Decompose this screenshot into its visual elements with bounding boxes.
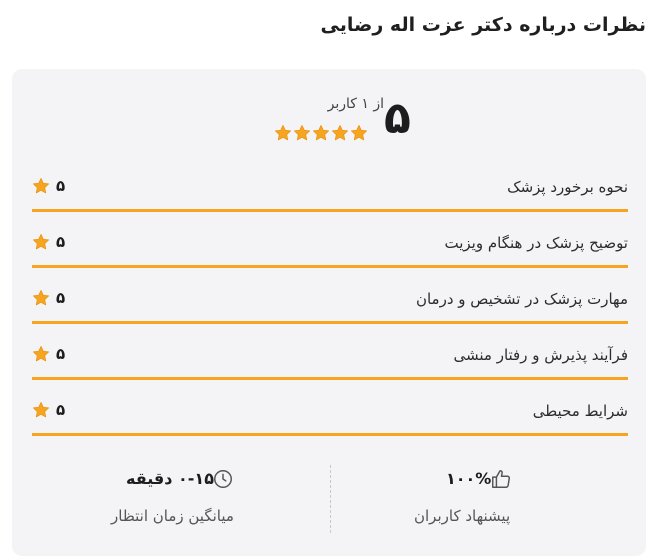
- rating-row-score: ۵: [56, 345, 66, 363]
- star-icon: [32, 289, 50, 307]
- rating-row: فرآیند پذیرش و رفتار منشی ۵: [32, 336, 628, 380]
- wait-time-label: میانگین زمان انتظار: [111, 507, 234, 525]
- rating-row-label: توضیح پزشک در هنگام ویزیت: [444, 234, 629, 252]
- rating-row-score: ۵: [56, 233, 66, 251]
- star-icon: [331, 124, 349, 142]
- recommend-value: ۱۰۰%: [446, 469, 492, 488]
- recommend-label: پیشنهاد کاربران: [414, 507, 511, 525]
- rating-summary: ۵ از ۱ کاربر: [12, 95, 646, 155]
- star-icon: [32, 177, 50, 195]
- rating-row-score: ۵: [56, 401, 66, 419]
- rating-row-label: فرآیند پذیرش و رفتار منشی: [453, 346, 628, 364]
- star-icon: [274, 124, 292, 142]
- rating-row-score: ۵: [56, 289, 66, 307]
- wait-time-value: ۰-۱۵ دقیقه: [126, 469, 214, 488]
- rating-count: از ۱ کاربر: [327, 96, 384, 112]
- thumbs-up-icon: [490, 468, 512, 490]
- rating-row-label: نحوه برخورد پزشک: [507, 178, 628, 196]
- rating-row-score: ۵: [56, 177, 66, 195]
- overall-score: ۵: [384, 93, 411, 144]
- page-title: نظرات درباره دکتر عزت اله رضایی: [320, 14, 646, 36]
- star-icon: [312, 124, 330, 142]
- stats-divider: [330, 465, 331, 533]
- rating-row: شرایط محیطی ۵: [32, 392, 628, 436]
- rating-row: توضیح پزشک در هنگام ویزیت ۵: [32, 224, 628, 268]
- star-icon: [32, 345, 50, 363]
- star-icon: [32, 401, 50, 419]
- rating-row-label: شرایط محیطی: [532, 402, 628, 420]
- star-icon: [293, 124, 311, 142]
- rating-row: نحوه برخورد پزشک ۵: [32, 168, 628, 212]
- clock-icon: [212, 468, 234, 490]
- rating-row: مهارت پزشک در تشخیص و درمان ۵: [32, 280, 628, 324]
- star-icon: [32, 233, 50, 251]
- overall-stars: [274, 124, 368, 144]
- reviews-card: ۵ از ۱ کاربر نحوه برخورد پزشک ۵ توضیح پز…: [12, 69, 646, 556]
- rating-row-label: مهارت پزشک در تشخیص و درمان: [415, 290, 628, 308]
- star-icon: [350, 124, 368, 142]
